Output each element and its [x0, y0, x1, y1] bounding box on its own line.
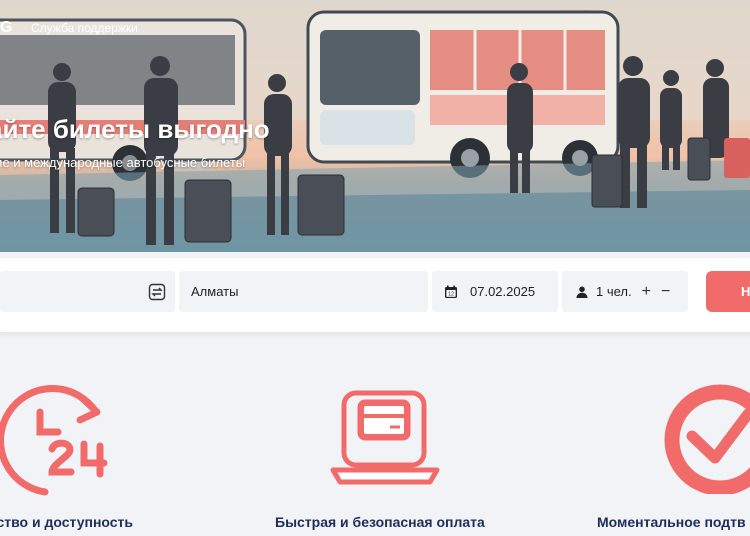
date-field[interactable]: 12 07.02.2025 — [432, 271, 558, 312]
to-value: Алматы — [191, 284, 239, 299]
support-link[interactable]: Служба поддержки — [31, 21, 138, 35]
feature-label-confirmation: Моментальное подтв — [597, 514, 746, 530]
person-icon — [576, 286, 588, 298]
passengers-value: 1 чел. — [596, 284, 632, 299]
find-button[interactable]: Н — [706, 271, 750, 312]
date-value: 07.02.2025 — [470, 284, 536, 299]
calendar-day: 12 — [448, 291, 454, 297]
feature-label-payment: Быстрая и безопасная оплата — [275, 514, 485, 530]
feature-label-convenience: бство и доступность — [0, 514, 134, 530]
to-field[interactable]: Алматы — [179, 271, 428, 312]
hero-title: айте билеты выгодно — [0, 114, 270, 144]
hero-banner: G Служба поддержки айте билеты выгодно н… — [0, 0, 750, 252]
credit-card-laptop-icon — [330, 388, 440, 493]
calendar-icon: 12 — [444, 285, 458, 299]
swap-icon[interactable] — [148, 283, 166, 306]
plus-button[interactable]: + — [642, 283, 651, 300]
minus-button[interactable]: − — [661, 283, 670, 300]
passengers-field[interactable]: 1 чел. + − — [562, 271, 688, 312]
clock-24-icon — [0, 382, 115, 502]
checkmark-circle-icon — [660, 384, 750, 499]
hero-subtitle: ние и международные автобусные билеты — [0, 155, 246, 170]
logo[interactable]: G — [0, 19, 13, 37]
